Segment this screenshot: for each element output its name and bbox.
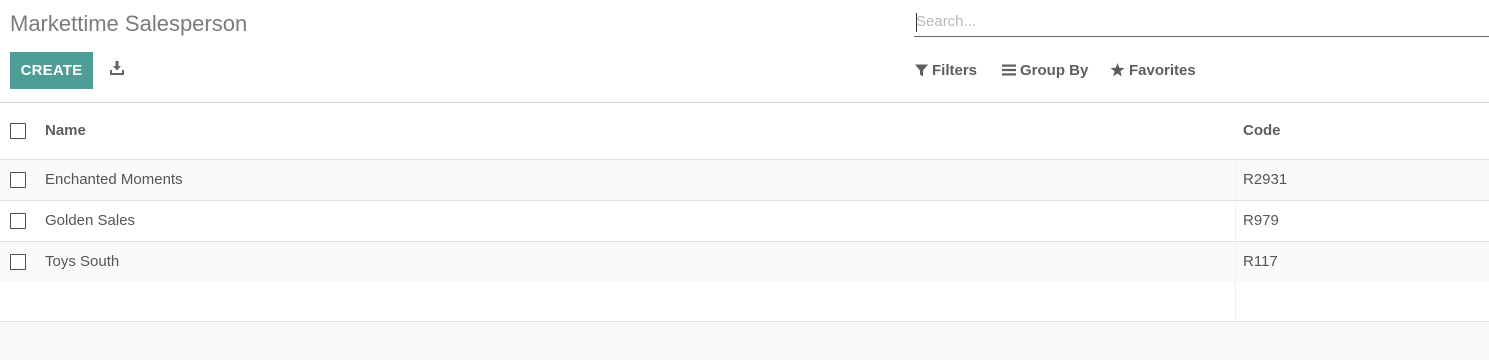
page-title: Markettime Salesperson: [10, 11, 248, 36]
favorites-button[interactable]: Favorites: [1110, 59, 1196, 81]
cell-name: Golden Sales: [45, 212, 136, 229]
download-icon: [110, 60, 124, 80]
favorites-label: Favorites: [1129, 61, 1196, 79]
filters-button[interactable]: Filters: [915, 59, 977, 81]
table-row[interactable]: Golden Sales R979: [0, 201, 1489, 242]
column-header-code[interactable]: Code: [1243, 122, 1281, 139]
group-by-label: Group By: [1020, 61, 1089, 79]
cell-code: R979: [1243, 212, 1279, 229]
download-button[interactable]: [107, 59, 127, 81]
search-input[interactable]: [916, 9, 1481, 33]
cell-name: Enchanted Moments: [45, 171, 183, 188]
empty-table-row: [0, 282, 1489, 322]
row-checkbox[interactable]: [10, 213, 26, 229]
column-divider: [1235, 160, 1236, 322]
create-button[interactable]: CREATE: [10, 52, 93, 89]
table-header: Name Code: [0, 103, 1489, 160]
table-row[interactable]: Toys South R117: [0, 242, 1489, 283]
select-all-checkbox[interactable]: [10, 123, 26, 139]
filters-label: Filters: [932, 61, 978, 79]
column-header-name[interactable]: Name: [45, 122, 86, 139]
group-by-button[interactable]: Group By: [1002, 59, 1088, 81]
search-box: [914, 6, 1489, 37]
table-row[interactable]: Enchanted Moments R2931: [0, 160, 1489, 201]
cell-code: R117: [1243, 253, 1278, 270]
cell-code: R2931: [1243, 171, 1288, 188]
star-icon: [1110, 63, 1125, 77]
row-checkbox[interactable]: [10, 172, 26, 188]
list-bars-icon: [1002, 64, 1016, 76]
row-checkbox[interactable]: [10, 254, 26, 270]
filter-icon: [915, 64, 928, 77]
control-panel: Markettime Salesperson CREATE Filters: [0, 0, 1489, 103]
cell-name: Toys South: [45, 253, 120, 270]
